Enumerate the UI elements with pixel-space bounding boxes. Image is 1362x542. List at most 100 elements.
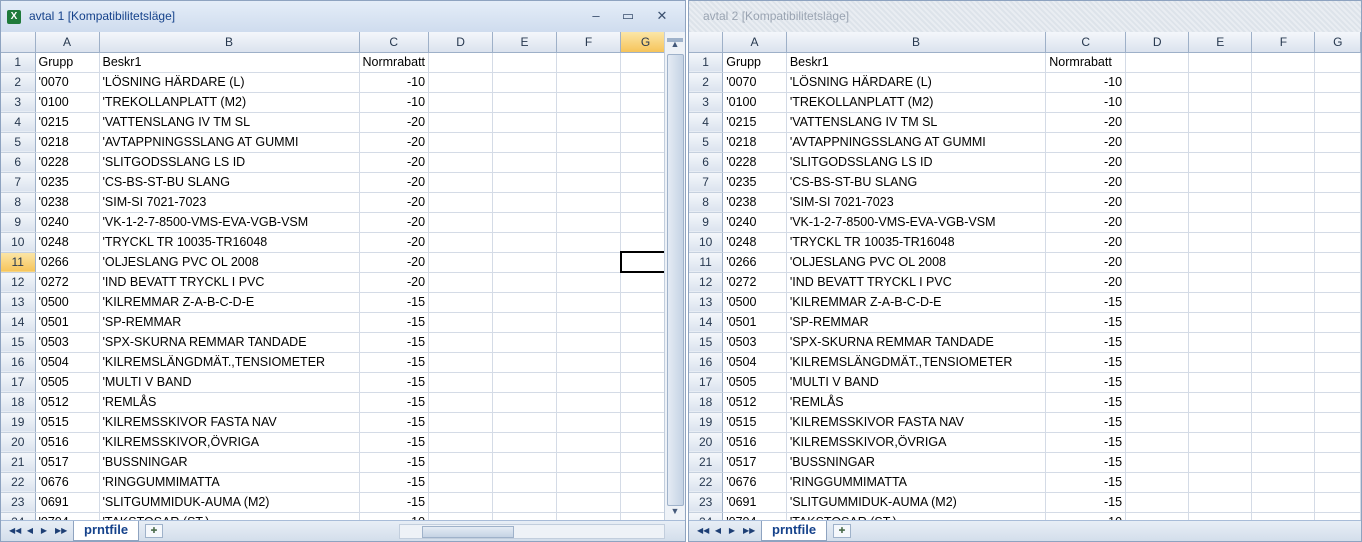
horizontal-scroll-thumb[interactable] — [422, 526, 514, 538]
cell-empty[interactable] — [492, 232, 558, 253]
cell-normrabatt[interactable]: -15 — [1045, 472, 1127, 493]
cell-normrabatt[interactable]: -15 — [1045, 292, 1127, 313]
cell-grupp[interactable]: '0235 — [722, 172, 787, 193]
cell-empty[interactable] — [1314, 372, 1361, 393]
cell-beskr1[interactable]: 'MULTI V BAND — [99, 372, 360, 393]
cell-empty[interactable] — [428, 172, 494, 193]
cell-grupp[interactable]: '0240 — [722, 212, 787, 233]
cell-beskr1[interactable]: 'SPX-SKURNA REMMAR TANDADE — [99, 332, 360, 353]
column-header-d[interactable]: D — [428, 32, 494, 53]
cell-normrabatt[interactable]: -15 — [359, 372, 430, 393]
cell-empty[interactable] — [492, 172, 558, 193]
cell-empty[interactable] — [492, 152, 558, 173]
row-header[interactable]: 1 — [1, 52, 36, 73]
column-header-f[interactable]: F — [556, 32, 622, 53]
cell-empty[interactable] — [556, 232, 622, 253]
cell-normrabatt[interactable]: -20 — [1045, 112, 1127, 133]
cell-empty[interactable] — [428, 292, 494, 313]
cell-empty[interactable] — [1188, 412, 1253, 433]
cell-grupp[interactable]: '0504 — [35, 352, 100, 373]
sheet-tab-prntfile[interactable]: prntfile — [761, 521, 828, 541]
cell-empty[interactable] — [1125, 292, 1190, 313]
cell-normrabatt[interactable]: -15 — [359, 452, 430, 473]
column-header-e[interactable]: E — [1188, 32, 1253, 53]
row-header[interactable]: 17 — [1, 372, 36, 393]
cell-empty[interactable] — [1251, 412, 1316, 433]
cell-empty[interactable] — [1125, 192, 1190, 213]
insert-sheet-icon[interactable]: ✚ — [145, 524, 163, 538]
cell-empty[interactable] — [1251, 472, 1316, 493]
cell-empty[interactable] — [1251, 232, 1316, 253]
cell-empty[interactable] — [1188, 472, 1253, 493]
cell-normrabatt[interactable]: -15 — [359, 392, 430, 413]
cell-beskr1[interactable]: 'SLITGUMMIDUK-AUMA (M2) — [99, 492, 360, 513]
cell-normrabatt[interactable]: -15 — [1045, 392, 1127, 413]
cell-empty[interactable] — [492, 52, 558, 73]
cell-beskr1[interactable]: 'KILREMSSKIVOR,ÖVRIGA — [99, 432, 360, 453]
row-header[interactable]: 2 — [689, 72, 724, 93]
row-header[interactable]: 19 — [1, 412, 36, 433]
cell-empty[interactable] — [428, 252, 494, 273]
cell-empty[interactable] — [1125, 412, 1190, 433]
cell-empty[interactable] — [492, 332, 558, 353]
column-header-e[interactable]: E — [492, 32, 558, 53]
cell-empty[interactable] — [1125, 172, 1190, 193]
cell-empty[interactable] — [428, 432, 494, 453]
cell-grupp[interactable]: '0500 — [722, 292, 787, 313]
cell-beskr1[interactable]: 'CS-BS-ST-BU SLANG — [786, 172, 1047, 193]
row-header[interactable]: 6 — [1, 152, 36, 173]
cell-grupp[interactable]: '0100 — [722, 92, 787, 113]
cell-empty[interactable] — [428, 152, 494, 173]
cell-grupp[interactable]: '0676 — [722, 472, 787, 493]
cell-normrabatt[interactable]: -20 — [1045, 212, 1127, 233]
cell-grupp[interactable]: '0676 — [35, 472, 100, 493]
window-titlebar[interactable]: avtal 2 [Kompatibilitetsläge] — [689, 1, 1361, 33]
row-header[interactable]: 21 — [1, 452, 36, 473]
cell-empty[interactable] — [1251, 112, 1316, 133]
row-header[interactable]: 19 — [689, 412, 724, 433]
cell-empty[interactable] — [1314, 72, 1361, 93]
row-header[interactable]: 13 — [689, 292, 724, 313]
cell-empty[interactable] — [1251, 292, 1316, 313]
cell-beskr1[interactable]: 'SPX-SKURNA REMMAR TANDADE — [786, 332, 1047, 353]
insert-sheet-icon[interactable]: ✚ — [833, 524, 851, 538]
row-header[interactable]: 22 — [689, 472, 724, 493]
cell-empty[interactable] — [1188, 352, 1253, 373]
cell-grupp[interactable]: '0503 — [722, 332, 787, 353]
next-sheet-icon[interactable]: ▶ — [39, 524, 49, 537]
row-header[interactable]: 21 — [689, 452, 724, 473]
column-header-f[interactable]: F — [1251, 32, 1316, 53]
cell-empty[interactable] — [1188, 452, 1253, 473]
cell-empty[interactable] — [556, 172, 622, 193]
cell-empty[interactable] — [1251, 492, 1316, 513]
cell-empty[interactable] — [1125, 352, 1190, 373]
cell-normrabatt[interactable]: -15 — [359, 352, 430, 373]
row-header[interactable]: 5 — [689, 132, 724, 153]
cell-empty[interactable] — [492, 212, 558, 233]
cell-empty[interactable] — [1188, 292, 1253, 313]
cell-empty[interactable] — [556, 92, 622, 113]
row-header[interactable]: 8 — [1, 192, 36, 213]
cell-empty[interactable] — [1314, 392, 1361, 413]
cell-empty[interactable] — [1125, 212, 1190, 233]
cell-empty[interactable] — [1125, 392, 1190, 413]
cell-empty[interactable] — [492, 272, 558, 293]
cell-empty[interactable] — [1125, 152, 1190, 173]
cell-empty[interactable] — [556, 352, 622, 373]
cell-empty[interactable] — [556, 252, 622, 273]
scroll-thumb[interactable] — [667, 54, 684, 506]
cell-grupp[interactable]: '0691 — [35, 492, 100, 513]
cell-empty[interactable] — [1251, 452, 1316, 473]
last-sheet-icon[interactable]: ▶▶ — [743, 524, 755, 537]
cell-normrabatt[interactable]: -20 — [359, 212, 430, 233]
cell-beskr1[interactable]: 'VATTENSLANG IV TM SL — [99, 112, 360, 133]
cell-empty[interactable] — [1314, 232, 1361, 253]
cell-empty[interactable] — [492, 312, 558, 333]
row-header[interactable]: 16 — [1, 352, 36, 373]
cell-empty[interactable] — [1125, 452, 1190, 473]
column-header-c[interactable]: C — [359, 32, 430, 53]
cell-empty[interactable] — [556, 272, 622, 293]
cell-empty[interactable] — [1251, 352, 1316, 373]
cell-empty[interactable] — [556, 432, 622, 453]
cell-empty[interactable] — [1188, 272, 1253, 293]
